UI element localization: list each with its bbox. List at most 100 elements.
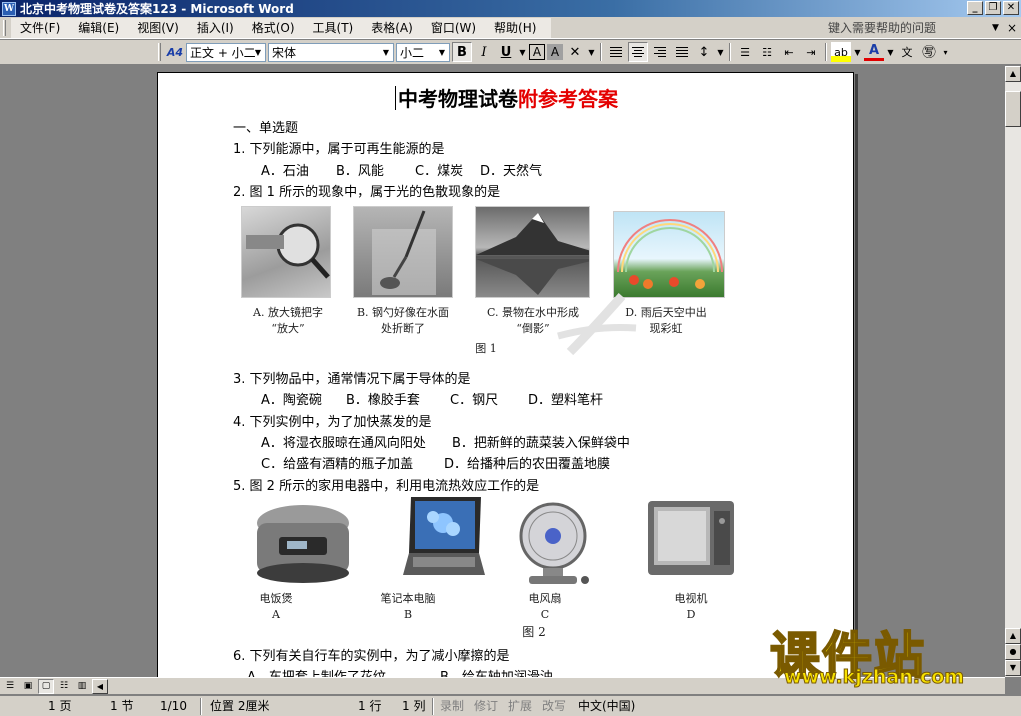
chevron-down-icon[interactable]: ▼ <box>518 42 527 62</box>
fig2-caption-d: 电视机 D <box>656 591 726 623</box>
caption-line: B <box>403 608 413 621</box>
status-line: 1 行 <box>358 699 382 713</box>
q1-option-b: B．风能 <box>336 164 384 179</box>
chevron-down-icon: ▼ <box>254 47 262 57</box>
next-page-icon[interactable]: ▼ <box>1005 660 1021 676</box>
scroll-left-icon[interactable]: ◀ <box>92 678 108 694</box>
help-search-input[interactable]: 键入需要帮助的问题 <box>826 19 986 37</box>
toolbar-separator <box>729 43 731 61</box>
minimize-button[interactable]: _ <box>967 1 983 15</box>
align-justify-icon[interactable] <box>606 42 626 62</box>
status-record-macro[interactable]: 录制 <box>440 698 464 715</box>
reading-view-icon[interactable]: ▥ <box>74 679 90 694</box>
phonetic-guide-button[interactable]: 文 <box>897 42 917 62</box>
toolbar-separator <box>825 43 827 61</box>
status-extend[interactable]: 扩展 <box>508 698 532 715</box>
help-dropdown-icon[interactable]: ▼ <box>992 19 999 37</box>
caption-line: 电视机 <box>674 592 708 605</box>
title-black-text: 中考物理试卷 <box>398 87 518 111</box>
align-right-icon[interactable] <box>650 42 670 62</box>
caption-line: A <box>272 608 280 621</box>
menu-table[interactable]: 表格(A) <box>362 18 422 38</box>
menu-format[interactable]: 格式(O) <box>243 18 304 38</box>
previous-page-icon[interactable]: ▲ <box>1005 628 1021 644</box>
q3-option-c: C．钢尺 <box>450 393 499 408</box>
document-title: 中考物理试卷附参考答案 <box>158 83 853 112</box>
q4-option-b: B．把新鲜的蔬菜装入保鲜袋中 <box>452 436 630 451</box>
underline-button[interactable]: U <box>496 42 516 62</box>
status-column: 1 列 <box>402 699 426 713</box>
bullets-icon[interactable]: ☷ <box>757 42 777 62</box>
character-shading-button[interactable]: A <box>547 44 563 60</box>
status-track-changes[interactable]: 修订 <box>474 698 498 715</box>
style-combo[interactable]: 正文 + 小二 ▼ <box>186 42 266 62</box>
document-close-button[interactable]: × <box>1007 19 1017 37</box>
caption-line: 电风扇 <box>528 592 562 605</box>
watermark-url: www.kjzhan.com <box>783 666 965 689</box>
increase-indent-icon[interactable]: ⇥ <box>801 42 821 62</box>
laptop-image <box>403 497 485 575</box>
formatting-toolbar: A4 正文 + 小二 ▼ 宋体 ▼ 小二 ▼ B I U ▼ A A ✕ ▼ ↕ ▼ … <box>0 40 1021 65</box>
chevron-down-icon[interactable]: ▼ <box>587 42 596 62</box>
chevron-down-icon: ▼ <box>438 47 446 57</box>
document-page[interactable]: 中考物理试卷附参考答案 一、单选题 1. 下列能源中，属于可再生能源的是 A．石… <box>157 72 854 678</box>
faint-watermark-stroke <box>557 292 637 356</box>
question-4: 4. 下列实例中，为了加快蒸发的是 <box>233 415 432 430</box>
menu-file[interactable]: 文件(F) <box>11 18 69 38</box>
status-section: 1 节 <box>110 699 134 713</box>
font-combo[interactable]: 宋体 ▼ <box>268 42 394 62</box>
align-center-icon[interactable] <box>628 42 648 62</box>
chevron-down-icon[interactable]: ▼ <box>716 42 725 62</box>
menu-insert[interactable]: 插入(I) <box>188 18 243 38</box>
text-cursor <box>395 86 396 110</box>
font-color-button[interactable]: A <box>864 43 884 61</box>
menu-grip[interactable] <box>3 19 6 36</box>
decrease-indent-icon[interactable]: ⇤ <box>779 42 799 62</box>
toolbar-options-icon[interactable]: ▾ <box>941 42 950 62</box>
q1-option-c: C．煤炭 <box>415 164 464 179</box>
rice-cooker-image <box>257 505 349 583</box>
chevron-down-icon[interactable]: ▼ <box>853 42 862 62</box>
character-scaling-icon[interactable]: ✕ <box>565 42 585 62</box>
q1-option-d: D．天然气 <box>480 164 543 179</box>
distributed-align-icon[interactable] <box>672 42 692 62</box>
fig2-caption-b: 笔记本电脑 B <box>363 591 453 623</box>
line-spacing-icon[interactable]: ↕ <box>694 42 714 62</box>
highlight-icon[interactable]: ab <box>831 42 851 62</box>
status-overtype[interactable]: 改写 <box>542 698 566 715</box>
toolbar-grip[interactable] <box>158 43 161 61</box>
menu-tools[interactable]: 工具(T) <box>304 18 363 38</box>
q1-option-a: A．石油 <box>261 164 309 179</box>
q4-option-d: D．给播种后的农田覆盖地膜 <box>444 457 611 472</box>
status-page: 1 页 <box>48 699 72 713</box>
character-border-button[interactable]: A <box>529 44 545 60</box>
menu-view[interactable]: 视图(V) <box>128 18 188 38</box>
font-size-combo[interactable]: 小二 ▼ <box>396 42 450 62</box>
caption-line: 处折断了 <box>381 322 425 335</box>
browse-object-icon[interactable]: ● <box>1005 644 1021 660</box>
outline-view-icon[interactable]: ☷ <box>56 679 72 694</box>
styles-pane-icon[interactable]: A4 <box>166 43 184 61</box>
word-app-icon[interactable]: W <box>2 1 16 16</box>
menu-window[interactable]: 窗口(W) <box>422 18 485 38</box>
q3-option-a: A．陶瓷碗 <box>261 393 322 408</box>
chevron-down-icon[interactable]: ▼ <box>886 42 895 62</box>
vertical-scrollbar[interactable]: ▲ ▲ ● ▼ <box>1005 66 1021 677</box>
bold-button[interactable]: B <box>452 42 472 62</box>
word-window: W 北京中考物理试卷及答案123 - Microsoft Word _ ❐ ✕ … <box>0 0 1021 716</box>
numbering-icon[interactable]: ☰ <box>735 42 755 62</box>
q3-option-b: B．橡胶手套 <box>346 393 420 408</box>
scroll-up-icon[interactable]: ▲ <box>1005 66 1021 82</box>
restore-button[interactable]: ❐ <box>985 1 1001 15</box>
menu-edit[interactable]: 编辑(E) <box>69 18 128 38</box>
menu-help[interactable]: 帮助(H) <box>485 18 545 38</box>
enclose-characters-icon[interactable]: ㊢ <box>919 42 939 62</box>
scroll-thumb[interactable] <box>1005 91 1021 127</box>
italic-button[interactable]: I <box>474 42 494 62</box>
close-button[interactable]: ✕ <box>1003 1 1019 15</box>
web-view-icon[interactable]: ▣ <box>20 679 36 694</box>
television-image <box>648 501 734 575</box>
print-view-icon[interactable]: ▢ <box>38 678 54 694</box>
section-heading: 一、单选题 <box>233 121 299 136</box>
normal-view-icon[interactable]: ☰ <box>2 679 18 694</box>
